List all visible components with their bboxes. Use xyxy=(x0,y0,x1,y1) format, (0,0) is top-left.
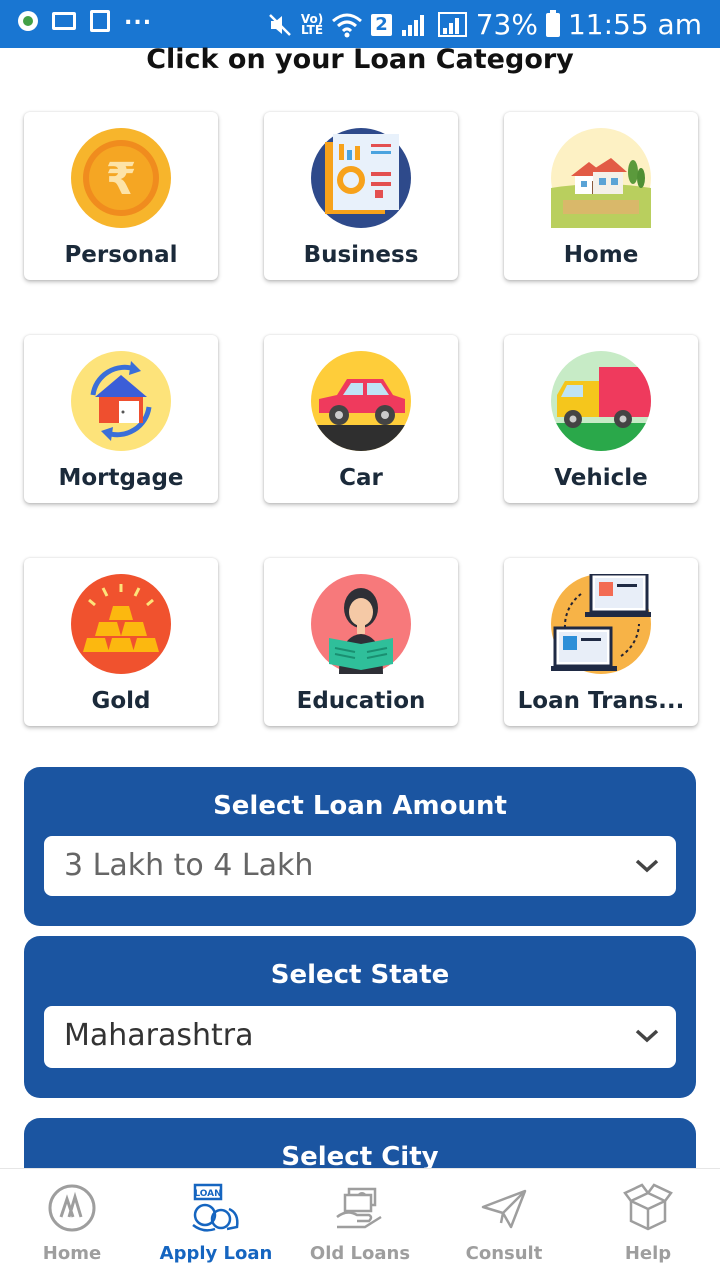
battery-icon xyxy=(545,9,560,37)
category-business[interactable]: Business xyxy=(264,112,458,280)
category-label: Home xyxy=(563,242,639,268)
lte-text: LTE xyxy=(301,22,324,37)
state-title: Select State xyxy=(270,960,450,990)
category-home[interactable]: Home xyxy=(504,112,698,280)
status-bar: ... Vo) LTE 2 73% 11:55 am xyxy=(0,0,720,48)
signal-2-icon xyxy=(437,11,467,37)
loan-transfer-icon xyxy=(551,574,651,674)
category-loan-transfer[interactable]: Loan Trans... xyxy=(504,558,698,726)
home-logo-icon xyxy=(48,1184,96,1232)
page-title: Click on your Loan Category xyxy=(146,44,574,75)
category-vehicle[interactable]: Vehicle xyxy=(504,335,698,503)
chevron-down-icon xyxy=(635,1029,659,1043)
bottom-nav: Home LOAN Apply Loan Old Loans Consult H… xyxy=(0,1168,720,1280)
nav-label: Apply Loan xyxy=(159,1243,273,1264)
nav-label: Consult xyxy=(465,1243,543,1264)
category-label: Mortgage xyxy=(58,465,184,491)
clock: 11:55 am xyxy=(567,8,702,41)
truck-icon xyxy=(551,351,651,451)
loan-amount-value: 3 Lakh to 4 Lakh xyxy=(64,848,314,883)
nav-label: Home xyxy=(42,1243,102,1264)
mortgage-house-icon xyxy=(71,351,171,451)
help-box-icon xyxy=(623,1183,673,1231)
nav-apply-loan[interactable]: LOAN Apply Loan xyxy=(144,1169,288,1281)
more-notifications: ... xyxy=(124,4,153,30)
state-panel: Select State Maharashtra xyxy=(24,936,696,1098)
nav-label: Old Loans xyxy=(309,1243,411,1264)
nav-help[interactable]: Help xyxy=(576,1169,720,1281)
loan-amount-select[interactable]: 3 Lakh to 4 Lakh xyxy=(44,836,676,896)
app-notification-icon xyxy=(18,11,38,31)
volte-indicator: Vo) LTE xyxy=(301,13,324,37)
nav-label: Help xyxy=(624,1243,672,1264)
nav-old-loans[interactable]: Old Loans xyxy=(288,1169,432,1281)
mute-icon xyxy=(268,13,291,36)
state-value: Maharashtra xyxy=(64,1018,254,1053)
mail-icon xyxy=(52,12,76,30)
loan-amount-panel: Select Loan Amount 3 Lakh to 4 Lakh xyxy=(24,767,696,926)
category-education[interactable]: Education xyxy=(264,558,458,726)
category-gold[interactable]: Gold xyxy=(24,558,218,726)
car-icon xyxy=(311,351,411,451)
sim-2-badge: 2 xyxy=(371,13,392,36)
category-label: Loan Trans... xyxy=(517,688,685,714)
battery-percent: 73% xyxy=(475,8,538,41)
chevron-down-icon xyxy=(635,859,659,873)
wifi-icon xyxy=(332,13,363,37)
category-label: Car xyxy=(339,465,383,491)
calendar-notification-icon xyxy=(90,10,110,32)
svg-text:LOAN: LOAN xyxy=(194,1189,221,1199)
svg-text:₹: ₹ xyxy=(106,154,137,205)
state-select[interactable]: Maharashtra xyxy=(44,1006,676,1068)
category-personal[interactable]: ₹ Personal xyxy=(24,112,218,280)
category-label: Education xyxy=(296,688,426,714)
house-icon xyxy=(551,128,651,228)
business-report-icon xyxy=(311,128,411,228)
nav-home[interactable]: Home xyxy=(0,1169,144,1281)
paper-plane-icon xyxy=(481,1189,527,1229)
category-label: Gold xyxy=(91,688,151,714)
old-loans-icon xyxy=(336,1187,382,1229)
category-car[interactable]: Car xyxy=(264,335,458,503)
student-reading-icon xyxy=(311,574,411,674)
gold-bars-icon xyxy=(71,574,171,674)
category-label: Vehicle xyxy=(554,465,648,491)
signal-icon xyxy=(401,14,424,36)
category-label: Business xyxy=(303,242,419,268)
loan-amount-title: Select Loan Amount xyxy=(213,791,507,821)
rupee-coin-icon: ₹ xyxy=(71,128,171,228)
category-mortgage[interactable]: Mortgage xyxy=(24,335,218,503)
category-label: Personal xyxy=(64,242,178,268)
nav-consult[interactable]: Consult xyxy=(432,1169,576,1281)
apply-loan-icon: LOAN xyxy=(192,1183,239,1232)
